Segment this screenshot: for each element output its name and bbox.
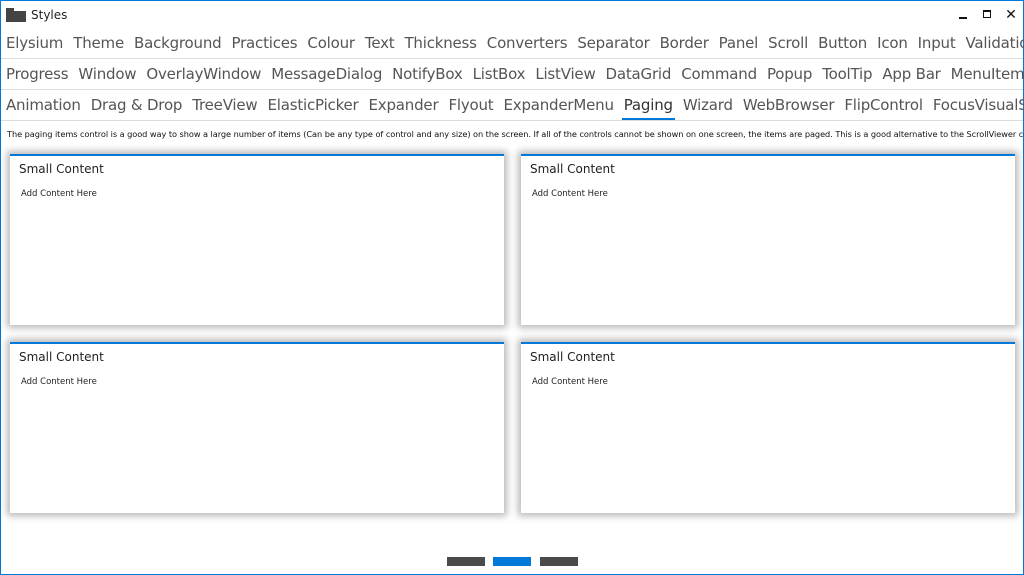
nav-tab-border[interactable]: Border	[655, 28, 714, 59]
page-indicator-1[interactable]	[447, 557, 485, 566]
nav-tab-validation[interactable]: Validation	[961, 28, 1024, 59]
close-button[interactable]: ✕	[997, 5, 1024, 25]
nav-tab-expandermenu[interactable]: ExpanderMenu	[498, 90, 618, 121]
paging-item-card: Small Content Add Content Here	[521, 154, 1015, 325]
nav-tab-thickness[interactable]: Thickness	[399, 28, 481, 59]
nav-row-1: Elysium Theme Background Practices Colour Tex…	[1, 28, 1024, 59]
nav-tab-listview[interactable]: ListView	[530, 59, 600, 90]
nav-tab-animation[interactable]: Animation	[1, 90, 86, 121]
nav-tab-messagedialog[interactable]: MessageDialog	[266, 59, 387, 90]
nav-tab-theme[interactable]: Theme	[68, 28, 129, 59]
nav-tab-wizard[interactable]: Wizard	[678, 90, 738, 121]
nav-tab-command[interactable]: Command	[676, 59, 762, 90]
nav-tab-scroll[interactable]: Scroll	[763, 28, 813, 59]
nav-tab-progress[interactable]: Progress	[1, 59, 73, 90]
nav-tab-flipcontrol[interactable]: FlipControl	[839, 90, 928, 121]
card-body: Add Content Here	[21, 189, 97, 199]
card-body: Add Content Here	[21, 377, 97, 387]
nav-tab-overlaywindow[interactable]: OverlayWindow	[141, 59, 266, 90]
nav-tab-webbrowser[interactable]: WebBrowser	[738, 90, 840, 121]
nav-tab-separator[interactable]: Separator	[572, 28, 654, 59]
maximize-icon	[983, 10, 991, 18]
nav-tab-elasticpicker[interactable]: ElasticPicker	[263, 90, 364, 121]
nav-row-3: Animation Drag & Drop TreeView ElasticPicke…	[1, 90, 1024, 121]
page-description: The paging items control is a good way t…	[7, 129, 1024, 139]
nav-tab-window[interactable]: Window	[73, 59, 141, 90]
card-title: Small Content	[19, 162, 104, 176]
card-body: Add Content Here	[532, 377, 608, 387]
paging-item-card: Small Content Add Content Here	[10, 342, 504, 513]
close-icon: ✕	[1005, 7, 1017, 23]
nav-tab-notifybox[interactable]: NotifyBox	[387, 59, 467, 90]
nav-tab-tooltip[interactable]: ToolTip	[817, 59, 877, 90]
page-indicator-2[interactable]	[493, 557, 531, 566]
minimize-icon	[959, 17, 967, 19]
nav-tab-button[interactable]: Button	[813, 28, 872, 59]
nav-tab-listbox[interactable]: ListBox	[468, 59, 531, 90]
nav-tab-menuitem[interactable]: MenuItem	[946, 59, 1024, 90]
nav-tab-drag-and-drop[interactable]: Drag & Drop	[86, 90, 188, 121]
card-title: Small Content	[530, 162, 615, 176]
nav-tab-focusvisualstyle[interactable]: FocusVisualStyle	[928, 90, 1024, 121]
nav-tab-paging[interactable]: Paging	[619, 90, 678, 121]
nav-tab-popup[interactable]: Popup	[762, 59, 817, 90]
nav-tab-input[interactable]: Input	[913, 28, 961, 59]
nav-tab-app-bar[interactable]: App Bar	[877, 59, 945, 90]
paging-item-card: Small Content Add Content Here	[10, 154, 504, 325]
nav-tab-colour[interactable]: Colour	[302, 28, 359, 59]
folder-icon	[6, 8, 26, 22]
nav-tab-converters[interactable]: Converters	[482, 28, 573, 59]
card-title: Small Content	[530, 350, 615, 364]
card-title: Small Content	[19, 350, 104, 364]
paging-item-card: Small Content Add Content Here	[521, 342, 1015, 513]
page-indicator-3[interactable]	[540, 557, 578, 566]
window-title: Styles	[31, 8, 68, 22]
nav-tab-treeview[interactable]: TreeView	[187, 90, 262, 121]
title-bar: Styles ✕	[1, 1, 1023, 29]
nav-tab-icon[interactable]: Icon	[872, 28, 913, 59]
card-body: Add Content Here	[532, 189, 608, 199]
nav-tab-flyout[interactable]: Flyout	[443, 90, 498, 121]
nav-tab-background[interactable]: Background	[129, 28, 227, 59]
nav-tab-elysium[interactable]: Elysium	[1, 28, 68, 59]
nav-tab-expander[interactable]: Expander	[364, 90, 444, 121]
nav-tab-text[interactable]: Text	[360, 28, 400, 59]
nav-tab-datagrid[interactable]: DataGrid	[601, 59, 677, 90]
nav-tab-practices[interactable]: Practices	[226, 28, 302, 59]
nav-tab-panel[interactable]: Panel	[714, 28, 763, 59]
nav-row-2: Progress Window OverlayWindow MessageDialog…	[1, 59, 1024, 90]
